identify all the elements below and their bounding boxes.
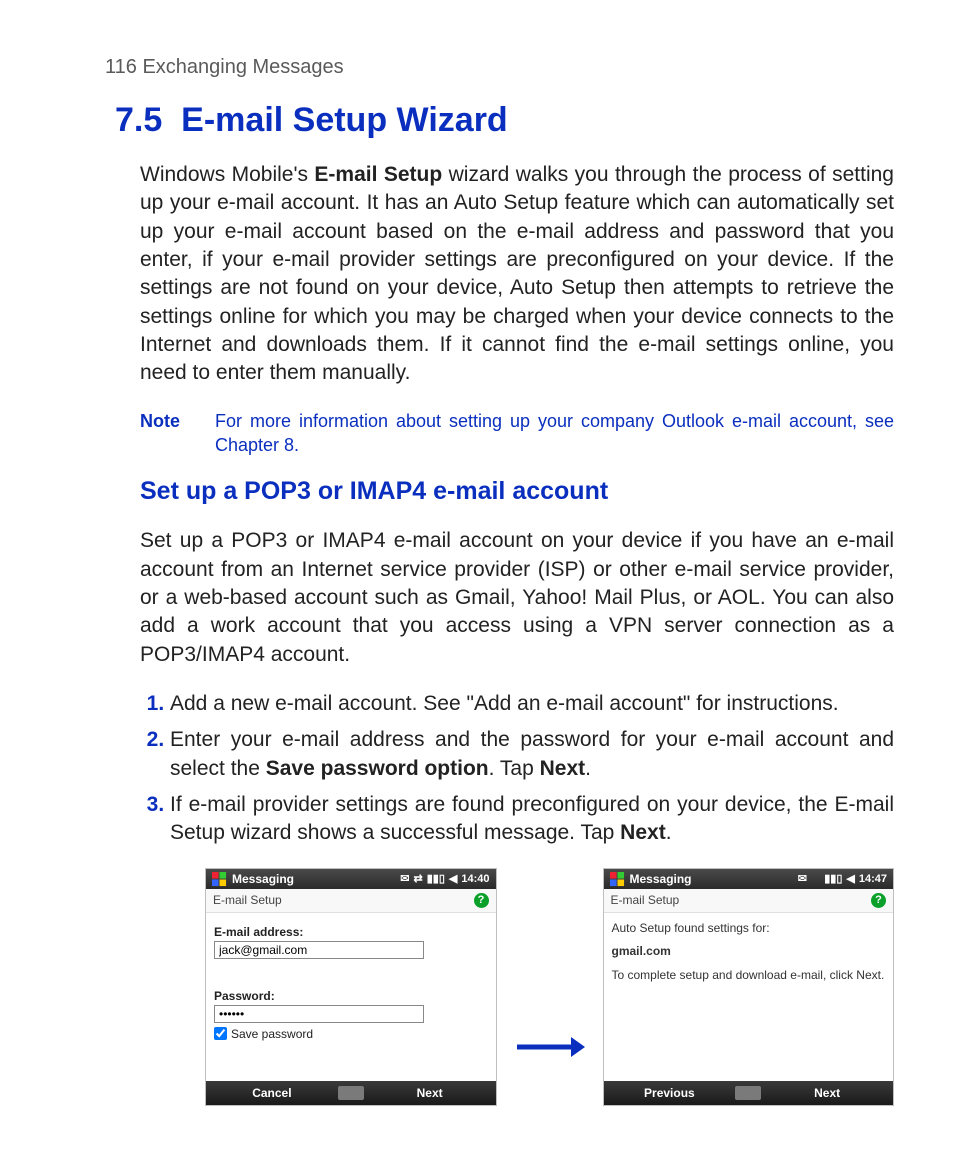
windows-start-icon[interactable] — [212, 872, 227, 886]
phone1-status-icons: ✉ ⇄ ▮▮▯ ◀ 14:40 — [400, 872, 489, 885]
help-icon[interactable]: ? — [871, 893, 886, 908]
screenshot-row: Messaging ✉ ⇄ ▮▮▯ ◀ 14:40 E-mail Setup ?… — [205, 868, 894, 1106]
save-password-label: Save password — [231, 1027, 313, 1041]
phone-screen-2: Messaging ✉ ⇄ ▮▮▯ ◀ 14:47 E-mail Setup ?… — [603, 868, 895, 1106]
autosetup-msg: Auto Setup found settings for: — [612, 921, 886, 937]
note-label: Note — [140, 409, 215, 458]
steps-list: Add a new e-mail account. See "Add an e-… — [140, 690, 894, 848]
running-head: 116 Exchanging Messages — [105, 56, 894, 79]
bubble-icon: ✉ — [400, 872, 409, 885]
phone1-footer: Cancel Next — [206, 1081, 496, 1105]
phone2-time: 14:47 — [859, 873, 887, 885]
step-3: If e-mail provider settings are found pr… — [170, 791, 894, 848]
phone2-subheader: E-mail Setup ? — [604, 889, 894, 913]
arrow-right-icon — [515, 1035, 585, 1059]
provider-name: gmail.com — [612, 944, 886, 960]
note-body: For more information about setting up yo… — [215, 409, 894, 458]
next-button[interactable]: Next — [364, 1086, 496, 1100]
section-heading: 7.5 E-mail Setup Wizard — [115, 101, 894, 140]
phone1-body: E-mail address: Password: Save password — [206, 913, 496, 1081]
section-title: E-mail Setup Wizard — [181, 101, 508, 139]
phone2-status-icons: ✉ ⇄ ▮▮▯ ◀ 14:47 — [798, 872, 887, 885]
phone2-titlebar: Messaging ✉ ⇄ ▮▮▯ ◀ 14:47 — [604, 869, 894, 889]
step-1: Add a new e-mail account. See "Add an e-… — [170, 690, 894, 718]
volume-icon: ◀ — [846, 872, 854, 885]
help-icon[interactable]: ? — [474, 893, 489, 908]
bubble-icon: ✉ — [798, 872, 807, 885]
signal-icon: ▮▮▯ — [427, 872, 445, 885]
next-button[interactable]: Next — [761, 1086, 893, 1100]
phone1-title: Messaging — [232, 872, 294, 886]
windows-start-icon[interactable] — [610, 872, 625, 886]
previous-button[interactable]: Previous — [604, 1086, 736, 1100]
subsection-body: Set up a POP3 or IMAP4 e-mail account on… — [140, 527, 894, 669]
phone-screen-1: Messaging ✉ ⇄ ▮▮▯ ◀ 14:40 E-mail Setup ?… — [205, 868, 497, 1106]
note-block: Note For more information about setting … — [140, 409, 894, 458]
step-2: Enter your e-mail address and the passwo… — [170, 726, 894, 783]
complete-msg: To complete setup and download e-mail, c… — [612, 968, 886, 984]
keyboard-icon[interactable] — [735, 1086, 761, 1100]
password-label: Password: — [214, 989, 488, 1003]
phone1-titlebar: Messaging ✉ ⇄ ▮▮▯ ◀ 14:40 — [206, 869, 496, 889]
password-input[interactable] — [214, 1005, 424, 1023]
phone2-footer: Previous Next — [604, 1081, 894, 1105]
phone2-body: Auto Setup found settings for: gmail.com… — [604, 913, 894, 1081]
phone1-time: 14:40 — [461, 873, 489, 885]
phone2-title: Messaging — [630, 872, 692, 886]
email-label: E-mail address: — [214, 925, 488, 939]
sync-icon: ⇄ — [414, 872, 423, 885]
section-number: 7.5 — [115, 101, 162, 139]
intro-paragraph: Windows Mobile's E-mail Setup wizard wal… — [140, 161, 894, 388]
signal-icon: ▮▮▯ — [824, 872, 842, 885]
cancel-button[interactable]: Cancel — [206, 1086, 338, 1100]
phone1-subheader: E-mail Setup ? — [206, 889, 496, 913]
save-password-checkbox[interactable] — [214, 1027, 227, 1040]
keyboard-icon[interactable] — [338, 1086, 364, 1100]
subsection-heading: Set up a POP3 or IMAP4 e-mail account — [140, 477, 894, 506]
volume-icon: ◀ — [449, 872, 457, 885]
email-input[interactable] — [214, 941, 424, 959]
intro-bold: E-mail Setup — [314, 163, 442, 186]
